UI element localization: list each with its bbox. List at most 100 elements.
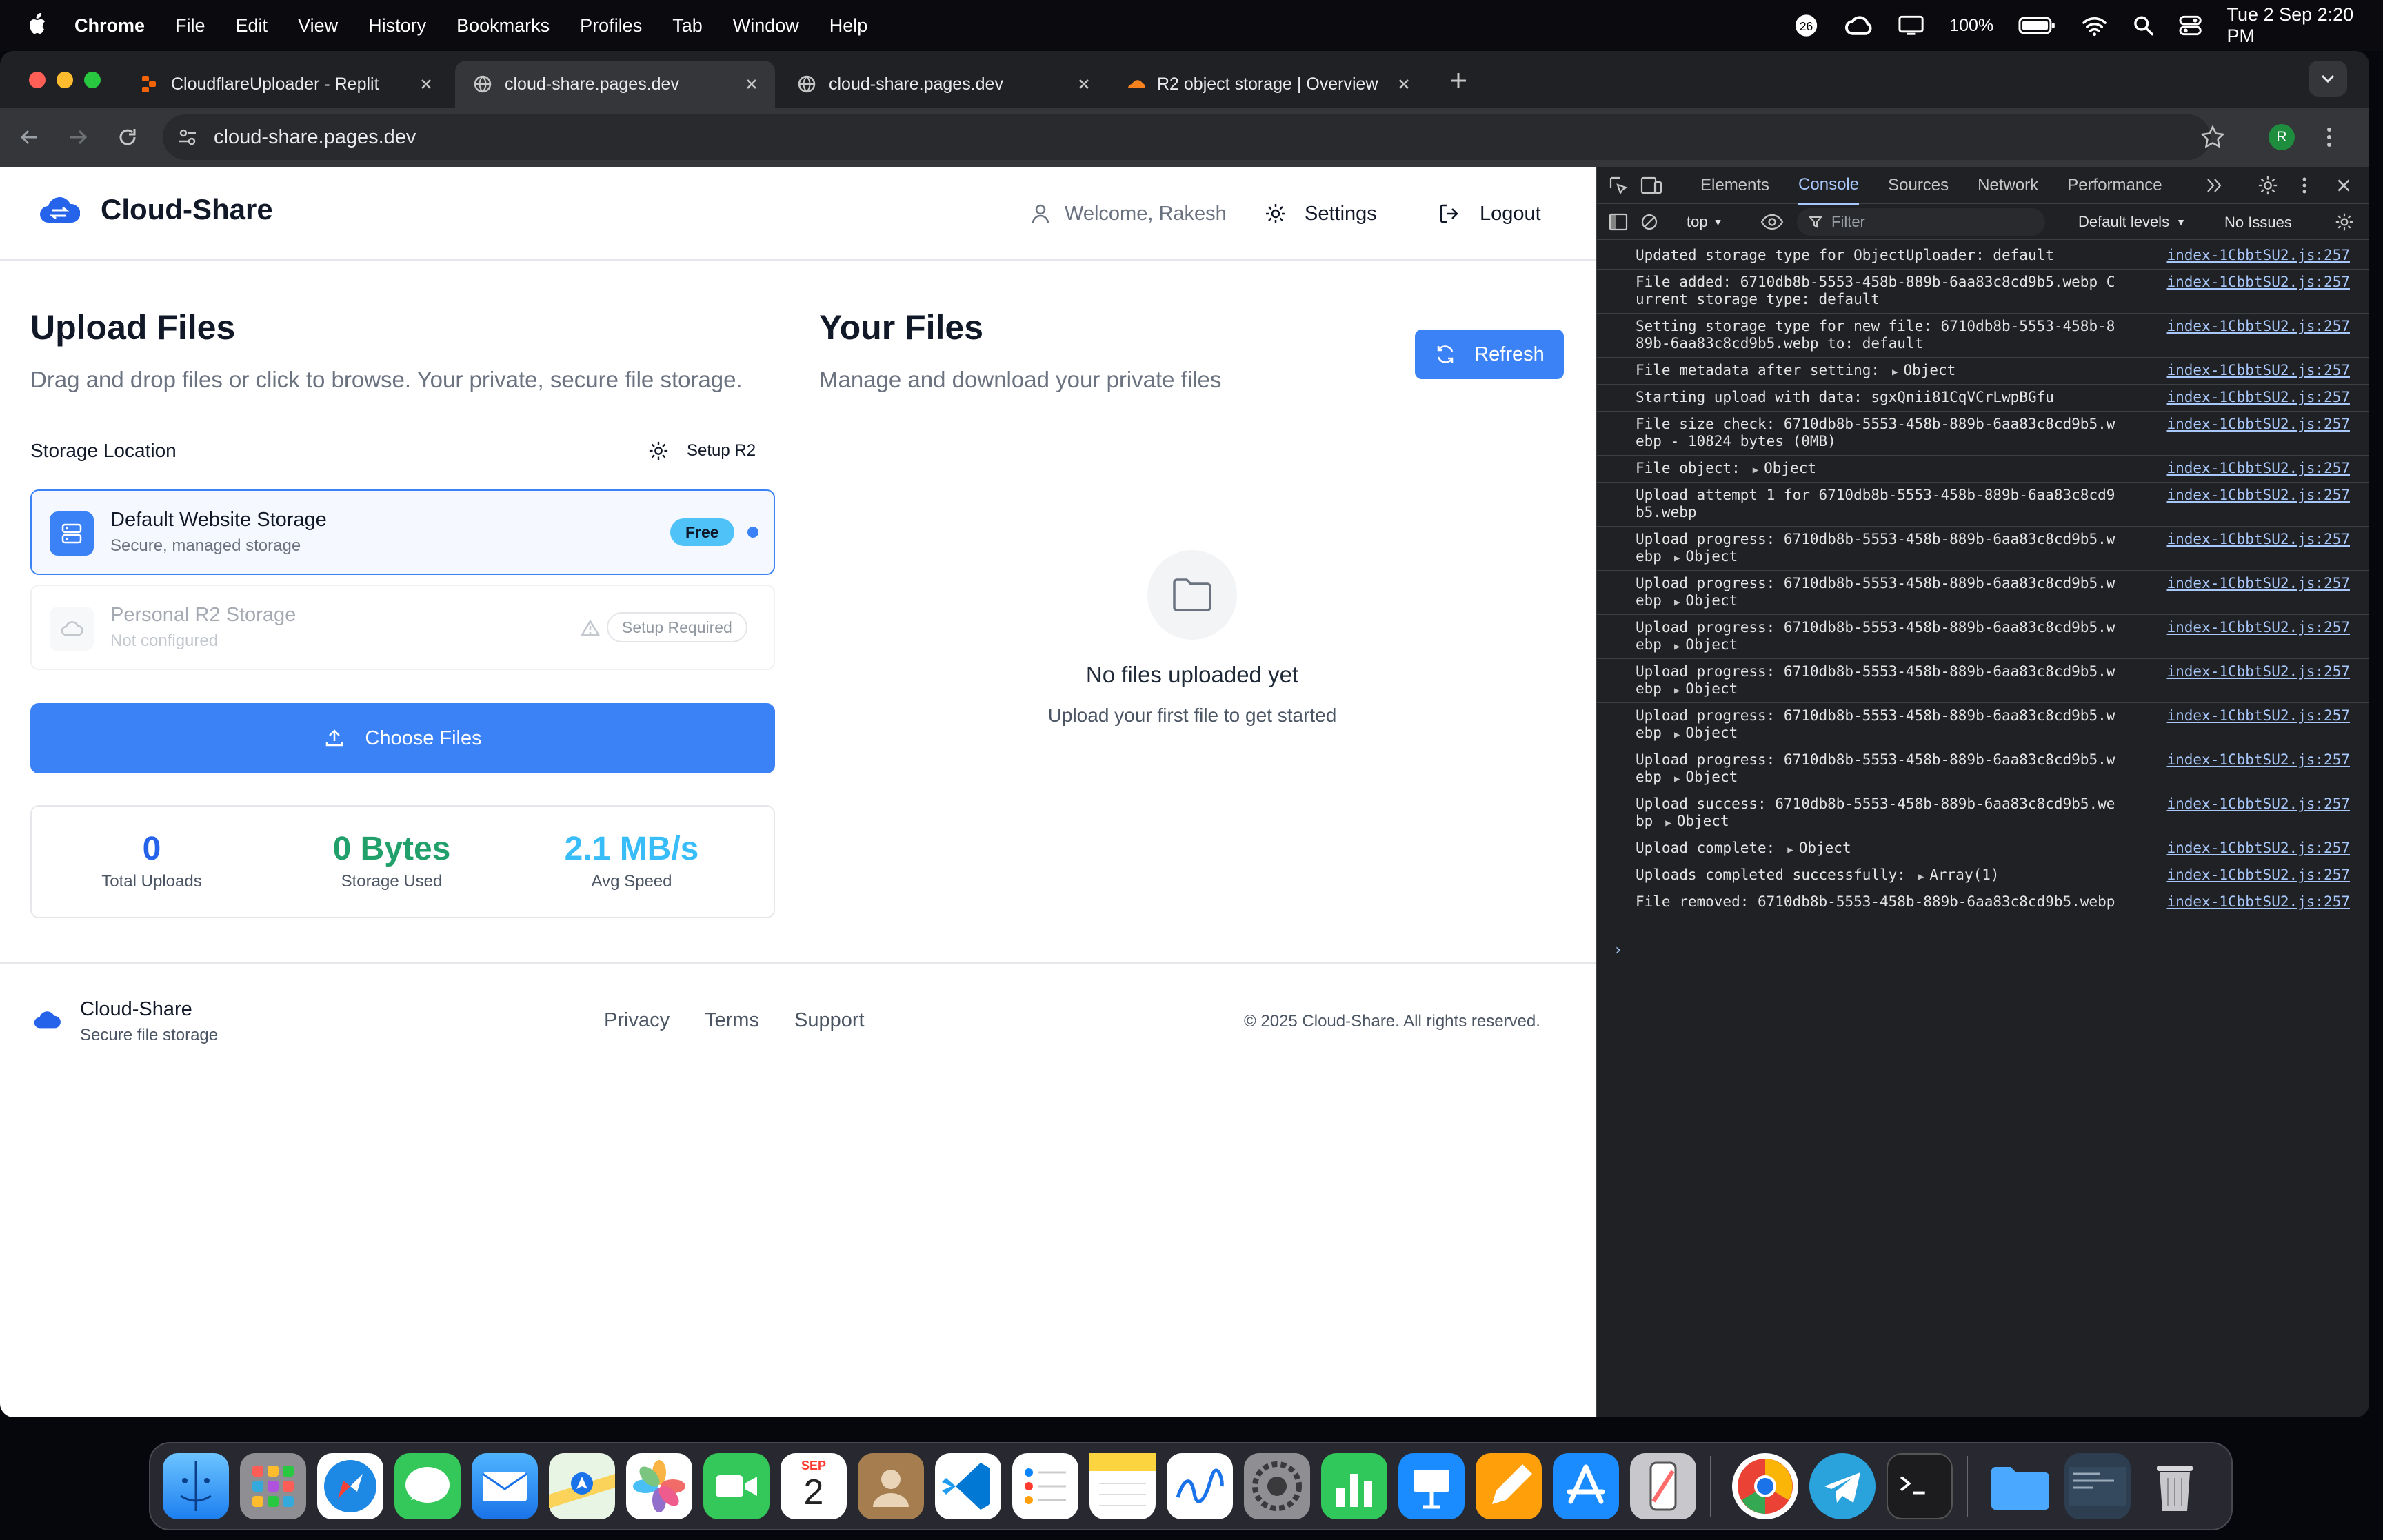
console-source-link[interactable]: index-1CbbtSU2.js:257 (2166, 867, 2350, 884)
menu-file[interactable]: File (175, 15, 205, 37)
context-selector[interactable]: top ▼ (1687, 211, 1722, 233)
photos-icon[interactable] (626, 1453, 692, 1519)
reminders-icon[interactable] (1012, 1453, 1078, 1519)
expand-triangle-icon[interactable]: ▶ (1665, 815, 1671, 832)
expand-triangle-icon[interactable]: ▶ (1674, 682, 1680, 700)
screen-preview-icon[interactable] (2064, 1453, 2131, 1519)
forward-arrow-icon[interactable] (66, 125, 90, 149)
zoom-window-button[interactable] (84, 72, 101, 88)
console-source-link[interactable]: index-1CbbtSU2.js:257 (2166, 751, 2350, 769)
device-toolbar-icon[interactable] (1640, 175, 1663, 196)
reload-icon[interactable] (116, 125, 139, 149)
issues-count[interactable]: No Issues (2224, 214, 2292, 232)
console-source-link[interactable]: index-1CbbtSU2.js:257 (2166, 531, 2350, 548)
more-vertical-icon[interactable] (2299, 175, 2310, 196)
storage-option-r2[interactable]: Personal R2 Storage Not configured Setup… (30, 585, 775, 670)
minimize-window-button[interactable] (57, 72, 73, 88)
messages-icon[interactable] (394, 1453, 461, 1519)
tab-cloud-share-active[interactable]: cloud-share.pages.dev (455, 61, 775, 108)
close-icon[interactable] (2335, 176, 2353, 194)
eye-icon[interactable] (1760, 212, 1784, 232)
menu-profiles[interactable]: Profiles (580, 15, 642, 37)
expand-triangle-icon[interactable]: ▶ (1674, 550, 1680, 567)
console-object[interactable]: Object (1677, 813, 1729, 829)
more-tabs-icon[interactable] (2205, 176, 2224, 194)
console-source-link[interactable]: index-1CbbtSU2.js:257 (2166, 663, 2350, 680)
calendar-icon[interactable]: SEP 2 (781, 1453, 847, 1519)
tab-performance[interactable]: Performance (2067, 176, 2162, 195)
notes-icon[interactable] (1089, 1453, 1156, 1519)
log-levels-dropdown[interactable]: Default levels ▼ (2078, 211, 2186, 233)
settings-button[interactable]: Settings (1265, 199, 1377, 229)
console-object[interactable]: Object (1685, 548, 1738, 565)
site-info-icon[interactable] (177, 126, 199, 148)
tab-search-button[interactable] (2309, 61, 2347, 97)
gear-icon[interactable] (2258, 175, 2278, 196)
trash-icon[interactable] (2142, 1453, 2208, 1519)
console-source-link[interactable]: index-1CbbtSU2.js:257 (2166, 575, 2350, 592)
apple-icon[interactable] (26, 12, 47, 37)
app-store-icon[interactable] (1553, 1453, 1619, 1519)
console-object[interactable]: Array(1) (1929, 867, 1999, 883)
maps-icon[interactable] (549, 1453, 615, 1519)
expand-triangle-icon[interactable]: ▶ (1918, 869, 1924, 886)
chrome-icon[interactable] (1732, 1453, 1798, 1519)
expand-triangle-icon[interactable]: ▶ (1787, 842, 1793, 859)
console-source-link[interactable]: index-1CbbtSU2.js:257 (2166, 487, 2350, 504)
display-icon[interactable] (1898, 14, 1924, 37)
downloads-folder-icon[interactable] (1987, 1453, 2053, 1519)
expand-triangle-icon[interactable]: ▶ (1892, 364, 1898, 381)
mail-icon[interactable] (472, 1453, 538, 1519)
console-object[interactable]: Object (1685, 769, 1738, 785)
control-center-icon[interactable] (2179, 14, 2202, 37)
bookmark-star-icon[interactable] (2200, 124, 2226, 150)
system-settings-icon[interactable] (1244, 1453, 1310, 1519)
menu-history[interactable]: History (368, 15, 426, 37)
menu-bookmarks[interactable]: Bookmarks (456, 15, 550, 37)
back-arrow-icon[interactable] (18, 125, 41, 149)
tab-network[interactable]: Network (1978, 176, 2038, 195)
iphone-mirroring-icon[interactable] (1630, 1453, 1696, 1519)
tab-console[interactable]: Console (1798, 166, 1860, 205)
pages-icon[interactable] (1476, 1453, 1542, 1519)
sidebar-toggle-icon[interactable] (1608, 212, 1629, 232)
terms-link[interactable]: Terms (705, 1009, 759, 1032)
console-source-link[interactable]: index-1CbbtSU2.js:257 (2166, 416, 2350, 433)
expand-triangle-icon[interactable]: ▶ (1753, 462, 1758, 479)
menu-tab[interactable]: Tab (672, 15, 703, 37)
menu-edit[interactable]: Edit (236, 15, 268, 37)
tab-replit[interactable]: CloudflareUploader - Replit (121, 61, 450, 108)
close-tab-icon[interactable] (418, 76, 434, 92)
more-vertical-icon[interactable] (2321, 124, 2337, 150)
console-object[interactable]: Object (1685, 636, 1738, 653)
console-object[interactable]: Object (1685, 680, 1738, 697)
console-source-link[interactable]: index-1CbbtSU2.js:257 (2166, 707, 2350, 725)
tab-cloud-share[interactable]: cloud-share.pages.dev (779, 61, 1107, 108)
profile-avatar[interactable]: R (2269, 124, 2295, 150)
screen-record-icon[interactable]: 26 (1793, 12, 1820, 39)
close-tab-icon[interactable] (1076, 76, 1092, 92)
menu-chrome[interactable]: Chrome (74, 15, 145, 37)
expand-triangle-icon[interactable]: ▶ (1674, 638, 1680, 656)
console-source-link[interactable]: index-1CbbtSU2.js:257 (2166, 389, 2350, 406)
console-object[interactable]: Object (1764, 460, 1816, 476)
spotlight-search-icon[interactable] (2133, 14, 2154, 37)
brand-logo[interactable]: Cloud-Share (39, 193, 273, 226)
console-object[interactable]: Object (1903, 362, 1955, 378)
console-source-link[interactable]: index-1CbbtSU2.js:257 (2166, 247, 2350, 264)
clear-console-icon[interactable] (1640, 212, 1659, 232)
console-source-link[interactable]: index-1CbbtSU2.js:257 (2166, 893, 2350, 911)
console-prompt[interactable]: › (1613, 942, 1622, 959)
setup-r2-button[interactable]: Setup R2 (648, 438, 756, 463)
numbers-icon[interactable] (1321, 1453, 1387, 1519)
vscode-icon[interactable] (935, 1453, 1001, 1519)
choose-files-button[interactable]: Choose Files (30, 703, 775, 773)
creative-cloud-icon[interactable] (1844, 13, 1873, 38)
terminal-icon[interactable] (1887, 1453, 1953, 1519)
console-source-link[interactable]: index-1CbbtSU2.js:257 (2166, 796, 2350, 813)
close-window-button[interactable] (29, 72, 46, 88)
address-bar[interactable]: cloud-share.pages.dev (163, 114, 2211, 160)
safari-icon[interactable] (317, 1453, 383, 1519)
console-filter-input[interactable]: Filter (1797, 208, 2045, 236)
launchpad-icon[interactable] (240, 1453, 306, 1519)
